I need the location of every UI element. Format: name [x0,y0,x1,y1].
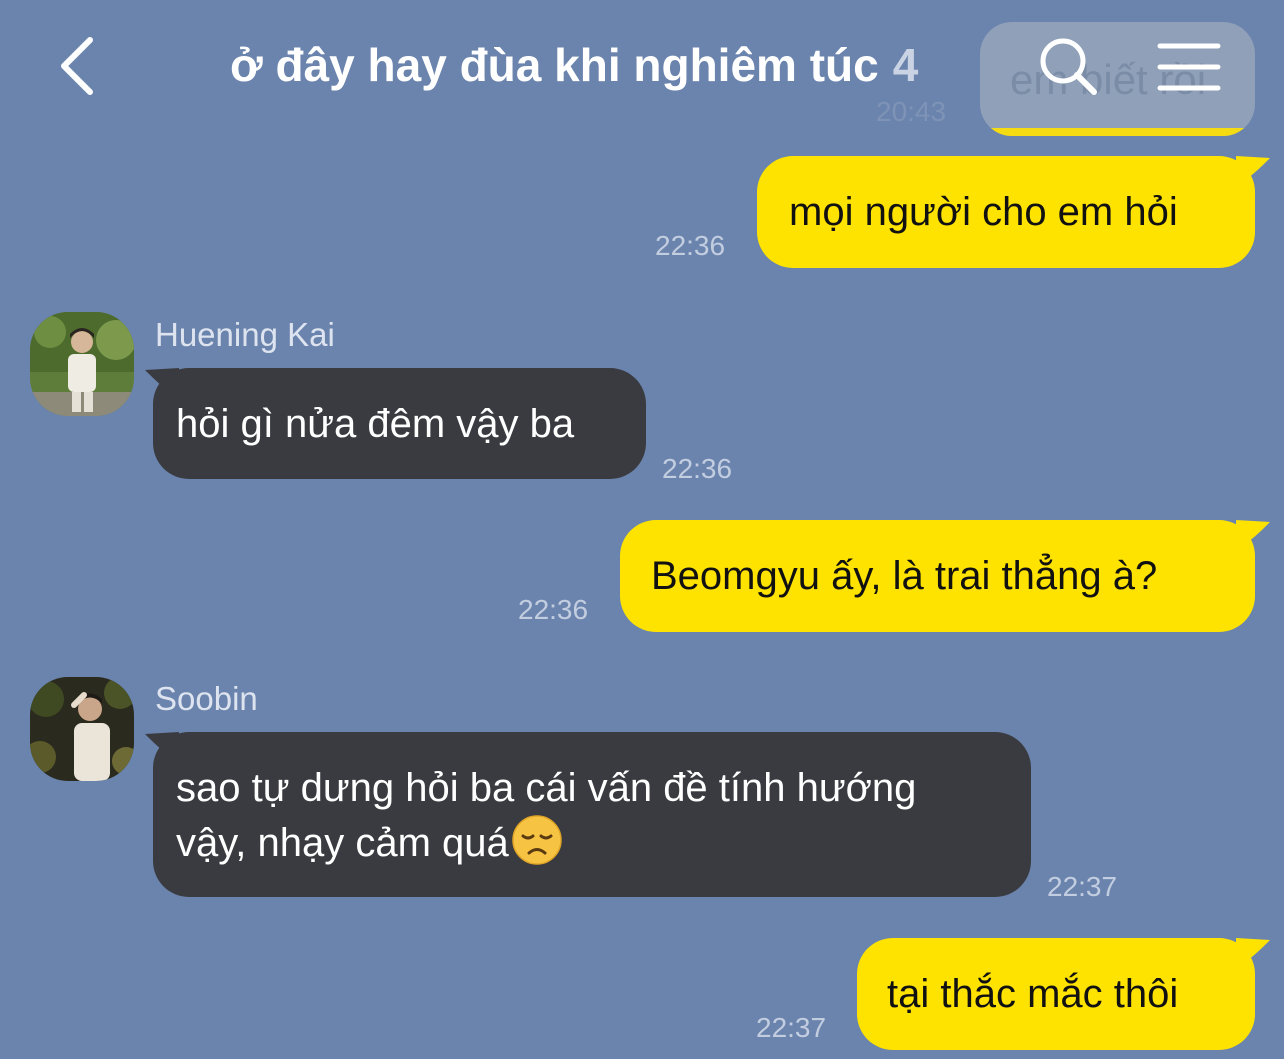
sender-name: Soobin [155,680,258,717]
menu-icon [1157,43,1221,91]
chat-title-text: ở đây hay đùa khi nghiêm túc [230,39,879,91]
my-message-bubble[interactable]: Beomgyu ấy, là trai thẳng à? [620,520,1255,632]
bubble-tail [1236,156,1270,186]
menu-button[interactable] [1154,34,1224,100]
message-time: 22:36 [662,453,733,484]
sender-name: Huening Kai [155,316,335,353]
chevron-left-icon [61,37,93,95]
avatar[interactable] [30,677,134,781]
message-time: 22:37 [756,1012,827,1043]
message-text: tại thắc mắc thôi [887,972,1179,1016]
avatar-photo [30,677,134,781]
their-message-bubble[interactable]: hỏi gì nửa đêm vậy ba [153,368,646,479]
message-text: Beomgyu ấy, là trai thẳng à? [651,554,1158,598]
avatar[interactable] [30,312,134,416]
back-button[interactable] [52,32,108,100]
bubble-tail [1236,520,1270,550]
message-time: 22:37 [1047,871,1118,902]
my-message-bubble[interactable]: mọi người cho em hỏi [757,156,1255,268]
message-text-line-2: vậy, nhạy cảm quá [176,814,1031,869]
their-message-bubble[interactable]: sao tự dưng hỏi ba cái vấn đề tính hướng… [153,732,1031,897]
search-icon [1040,38,1097,95]
my-message-bubble[interactable]: tại thắc mắc thôi [857,938,1255,1050]
avatar-photo [30,312,134,416]
chat-screen: em biết rồi 20:43 ở đây hay đùa khi nghi… [0,0,1284,1059]
message-text: mọi người cho em hỏi [789,190,1178,234]
search-button[interactable] [1036,34,1102,100]
message-time: 22:36 [518,594,589,625]
message-time: 22:36 [655,230,726,261]
message-text: hỏi gì nửa đêm vậy ba [176,402,575,446]
bubble-tail [1236,938,1270,968]
member-count: 4 [892,39,919,91]
message-text-line-2-words: vậy, nhạy cảm quá [176,821,509,865]
disappointed-face-emoji-icon [512,815,562,865]
chat-header: ở đây hay đùa khi nghiêm túc 4 [0,0,1284,136]
chat-title[interactable]: ở đây hay đùa khi nghiêm túc 4 [230,38,918,98]
message-text-line-1: sao tự dưng hỏi ba cái vấn đề tính hướng [176,766,917,810]
